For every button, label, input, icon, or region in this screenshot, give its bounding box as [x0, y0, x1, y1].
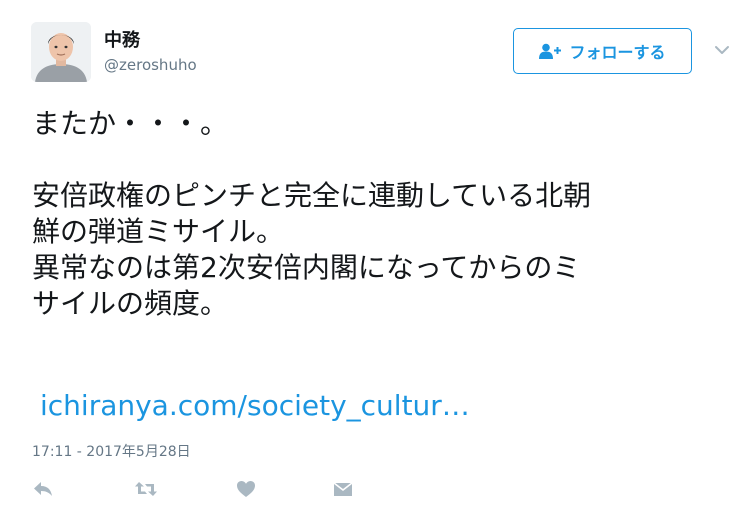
display-name[interactable]: 中務 [104, 26, 140, 52]
tweet-timestamp[interactable]: 17:11 - 2017年5月28日 [32, 441, 191, 461]
reply-icon[interactable] [33, 480, 53, 498]
tweet-line: サイルの頻度。 [32, 287, 229, 320]
tweet-line: 安倍政権のピンチと完全に連動している北朝 [32, 179, 592, 212]
follow-button[interactable]: フォローする [513, 28, 692, 74]
heart-icon[interactable] [236, 480, 256, 498]
person-plus-icon [539, 43, 562, 59]
user-handle[interactable]: @zeroshuho [104, 56, 197, 74]
tweet-text: またか・・・。 安倍政権のピンチと完全に連動している北朝 鮮の弾道ミサイル。 異… [32, 106, 732, 322]
tweet-line: 異常なのは第2次安倍内閣になってからのミ [32, 251, 581, 284]
chevron-down-icon[interactable] [713, 41, 731, 59]
envelope-icon[interactable] [333, 480, 353, 498]
avatar[interactable] [31, 22, 91, 82]
avatar-image [31, 22, 91, 82]
follow-button-label: フォローする [569, 43, 666, 62]
tweet-link[interactable]: ichiranya.com/society_cultur… [40, 388, 470, 424]
tweet-line: またか・・・。 [32, 107, 229, 140]
tweet-line [32, 142, 732, 178]
retweet-icon[interactable] [134, 480, 158, 498]
tweet-line: 鮮の弾道ミサイル。 [32, 215, 285, 248]
